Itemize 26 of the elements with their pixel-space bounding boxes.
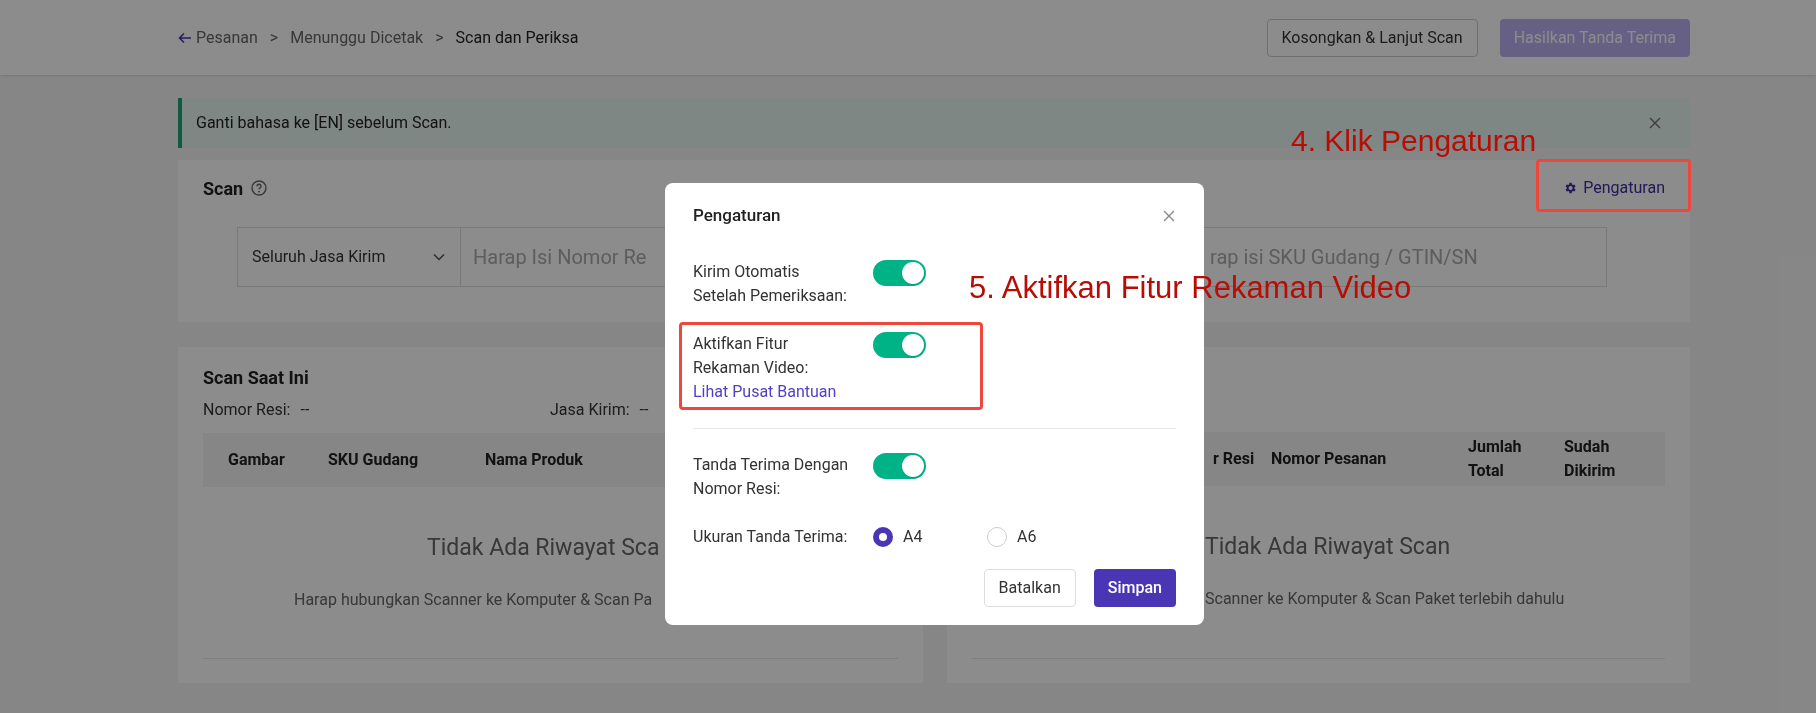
column-header: Nomor Pesanan bbox=[1270, 448, 1388, 470]
column-header: SKU Gudang bbox=[328, 449, 420, 471]
field-value: -- bbox=[639, 399, 649, 421]
column-header: r Resi bbox=[1213, 448, 1256, 470]
empty-state-title: Tidak Ada Riwayat Sca bbox=[427, 533, 660, 563]
empty-state-title: Tidak Ada Riwayat Scan bbox=[1205, 532, 1451, 562]
column-header: Jumlah Total bbox=[1468, 436, 1523, 482]
setting-label: Aktifkan Fitur Rekaman Video: bbox=[693, 333, 810, 379]
column-header: Gambar bbox=[227, 449, 286, 471]
column-header: Sudah Dikirim bbox=[1564, 436, 1617, 482]
section-title: Scan bbox=[203, 176, 244, 201]
setting-label: Kirim Otomatis Setelah Pemeriksaan: bbox=[693, 261, 848, 307]
empty-state-hint: Scanner ke Komputer & Scan Paket terlebih dahulu bbox=[1205, 587, 1565, 610]
breadcrumb-separator: > bbox=[269, 26, 279, 49]
dialog-title: Pengaturan bbox=[693, 204, 781, 228]
breadcrumb-separator: > bbox=[435, 26, 444, 49]
setting-label: Tanda Terima Dengan Nomor Resi: bbox=[693, 454, 850, 500]
field-label: Nomor Resi: bbox=[203, 399, 291, 421]
empty-state-hint: Harap hubungkan Scanner ke Komputer & Scan Pa bbox=[294, 588, 653, 611]
section-title: Scan Saat Ini bbox=[203, 366, 309, 388]
column-header: Nama Produk bbox=[485, 449, 584, 471]
setting-label: Ukuran Tanda Terima: bbox=[693, 526, 849, 548]
annotation-text: 4. Klik Pengaturan bbox=[1291, 123, 1537, 159]
field-label: Jasa Kirim: bbox=[550, 399, 630, 421]
alert-text: Ganti bahasa ke [EN] sebelum Scan. bbox=[196, 112, 452, 134]
field-value: -- bbox=[300, 399, 310, 421]
